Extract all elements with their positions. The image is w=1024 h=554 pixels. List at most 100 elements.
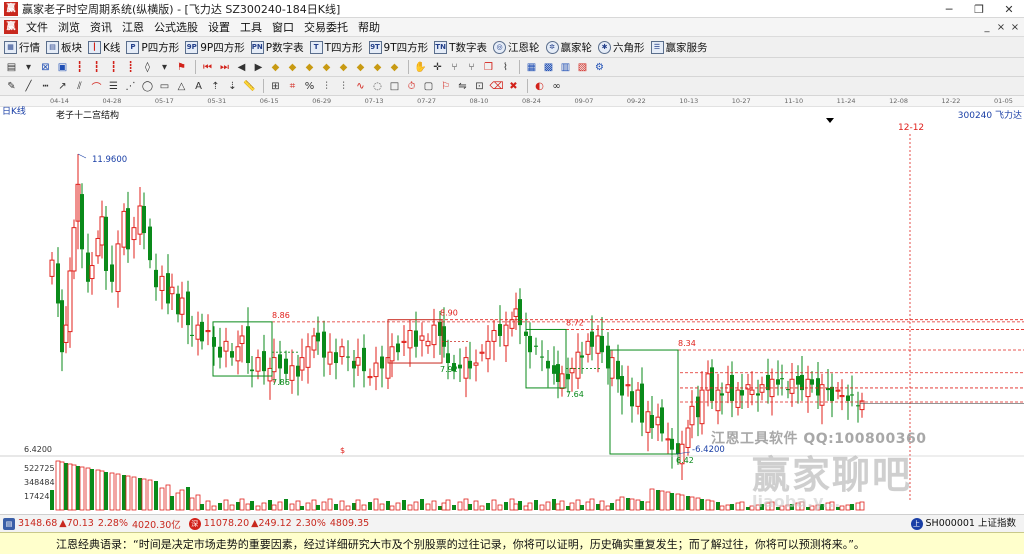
arrow-down-icon[interactable]: ⇣ bbox=[225, 79, 240, 94]
diamond4-icon[interactable]: ◆ bbox=[319, 60, 334, 75]
bars4-icon[interactable]: ┋ bbox=[123, 60, 138, 75]
toolbar-9p-square-button[interactable]: 9P 9P四方形 bbox=[185, 40, 245, 55]
chart-area[interactable]: 04-14 04-28 05-17 05-31 06-15 06-29 07-13 07-27… bbox=[0, 96, 1024, 514]
tools-icon[interactable]: ⚙ bbox=[592, 60, 607, 75]
fib-icon[interactable]: ☰ bbox=[106, 79, 121, 94]
arc-icon[interactable]: ⌒ bbox=[89, 79, 104, 94]
menu-formula[interactable]: 公式选股 bbox=[149, 18, 203, 37]
diamond5-icon[interactable]: ◆ bbox=[336, 60, 351, 75]
arrow-up-icon[interactable]: ⇡ bbox=[208, 79, 223, 94]
menu-info[interactable]: 资讯 bbox=[85, 18, 117, 37]
wave-icon[interactable]: ∿ bbox=[353, 79, 368, 94]
pct-tool-icon[interactable]: ⌗ bbox=[285, 79, 300, 94]
close-button[interactable]: ✕ bbox=[994, 0, 1024, 18]
mirror-icon[interactable]: ⇋ bbox=[455, 79, 470, 94]
toolbar-kline-button[interactable]: ┃ K线 bbox=[88, 40, 120, 55]
crosshair-icon[interactable]: ✛ bbox=[430, 60, 445, 75]
dropdown-arrow-icon[interactable]: ▾ bbox=[21, 60, 36, 75]
sz-index-icon[interactable]: 深 bbox=[188, 517, 201, 530]
report-icon[interactable]: ▥ bbox=[558, 60, 573, 75]
menu-gann[interactable]: 江恩 bbox=[117, 18, 149, 37]
diamond7-icon[interactable]: ◆ bbox=[370, 60, 385, 75]
triangle-icon[interactable]: △ bbox=[174, 79, 189, 94]
text-icon[interactable]: A bbox=[191, 79, 206, 94]
toolbar-hexagon-button[interactable]: ✱ 六角形 bbox=[598, 40, 645, 55]
pencil-icon[interactable]: ✎ bbox=[4, 79, 19, 94]
candle-up bbox=[169, 286, 175, 295]
delete-icon[interactable]: ✖ bbox=[506, 79, 521, 94]
channel-icon[interactable]: ⫽ bbox=[72, 79, 87, 94]
menu-browse[interactable]: 浏览 bbox=[53, 18, 85, 37]
square-tool-icon[interactable]: □ bbox=[387, 79, 402, 94]
toolbar-pn-table-button[interactable]: PN P数字表 bbox=[250, 40, 304, 55]
menu-tools[interactable]: 工具 bbox=[235, 18, 267, 37]
ray-icon[interactable]: ↗ bbox=[55, 79, 70, 94]
menu-help[interactable]: 帮助 bbox=[353, 18, 385, 37]
menu-window[interactable]: 窗口 bbox=[267, 18, 299, 37]
last-icon[interactable]: ⏭ bbox=[217, 60, 232, 75]
cycle-icon[interactable]: ⫶ bbox=[319, 79, 334, 94]
line-icon[interactable]: ╱ bbox=[21, 79, 36, 94]
bars3-icon[interactable]: ┇ bbox=[106, 60, 121, 75]
menu-file[interactable]: 文件 bbox=[21, 18, 53, 37]
infinity-icon[interactable]: ∞ bbox=[549, 79, 564, 94]
toolbar-sectors-button[interactable]: ▤ 板块 bbox=[46, 40, 82, 55]
time-icon[interactable]: ⏱ bbox=[404, 79, 419, 94]
ruler-icon[interactable]: 📏 bbox=[242, 79, 257, 94]
calendar-icon[interactable]: ▦ bbox=[524, 60, 539, 75]
diamond8-icon[interactable]: ◆ bbox=[387, 60, 402, 75]
bars2-icon[interactable]: ┇ bbox=[89, 60, 104, 75]
erase-icon[interactable]: ⌫ bbox=[489, 79, 504, 94]
sh-index-icon[interactable]: 上 bbox=[910, 518, 923, 530]
toolbar-gann-wheel-button[interactable]: ◎ 江恩轮 bbox=[493, 40, 540, 55]
diamond6-icon[interactable]: ◆ bbox=[353, 60, 368, 75]
diamond3-icon[interactable]: ◆ bbox=[302, 60, 317, 75]
candle-switch-icon[interactable]: ◊ bbox=[140, 60, 155, 75]
toolbar-p-square-button[interactable]: P P四方形 bbox=[126, 40, 179, 55]
lock-icon[interactable]: ⊡ bbox=[472, 79, 487, 94]
next-icon[interactable]: ▶ bbox=[251, 60, 266, 75]
mark-icon[interactable]: ⚐ bbox=[438, 79, 453, 94]
gann-fan-icon[interactable]: ⋰ bbox=[123, 79, 138, 94]
first-icon[interactable]: ⏮ bbox=[200, 60, 215, 75]
toolbar-winner-wheel-button[interactable]: ✲ 赢家轮 bbox=[545, 40, 592, 55]
menu-trade[interactable]: 交易委托 bbox=[299, 18, 353, 37]
cube-icon[interactable]: ❒ bbox=[481, 60, 496, 75]
flag-icon[interactable]: ⚑ bbox=[174, 60, 189, 75]
toolbar-quotes-button[interactable]: ▦ 行情 bbox=[4, 40, 40, 55]
menu-settings[interactable]: 设置 bbox=[203, 18, 235, 37]
mdi-minimize-button[interactable]: _ bbox=[980, 22, 994, 33]
save-icon[interactable]: ▩ bbox=[541, 60, 556, 75]
tool-extra-icon[interactable]: ⌇ bbox=[498, 60, 513, 75]
export-icon[interactable]: ▧ bbox=[575, 60, 590, 75]
layout-icon[interactable]: ▤ bbox=[4, 60, 19, 75]
restore-button[interactable]: ❐ bbox=[964, 0, 994, 18]
toolbar-t-square-button[interactable]: T T四方形 bbox=[309, 40, 363, 55]
mdi-close-button[interactable]: × bbox=[1008, 22, 1022, 33]
spiral-icon[interactable]: ◌ bbox=[370, 79, 385, 94]
circle-icon[interactable]: ◯ bbox=[140, 79, 155, 94]
toolbar-9t-square-button[interactable]: 9T 9T四方形 bbox=[368, 40, 428, 55]
diamond-icon[interactable]: ◆ bbox=[268, 60, 283, 75]
mdi-restore-button[interactable]: × bbox=[994, 22, 1008, 33]
minimize-button[interactable]: ─ bbox=[934, 0, 964, 18]
fork-icon[interactable]: ⑂ bbox=[447, 60, 462, 75]
bars-icon[interactable]: ┇ bbox=[72, 60, 87, 75]
cycle2-icon[interactable]: ⫶ bbox=[336, 79, 351, 94]
box-icon[interactable]: ▢ bbox=[421, 79, 436, 94]
fork2-icon[interactable]: ⑂ bbox=[464, 60, 479, 75]
page-icon[interactable]: ▣ bbox=[55, 60, 70, 75]
diamond2-icon[interactable]: ◆ bbox=[285, 60, 300, 75]
hline-icon[interactable]: ┅ bbox=[38, 79, 53, 94]
color-icon[interactable]: ◐ bbox=[532, 79, 547, 94]
percent-icon[interactable]: % bbox=[302, 79, 317, 94]
network-icon[interactable]: ⊠ bbox=[38, 60, 53, 75]
grid-tool-icon[interactable]: ⊞ bbox=[268, 79, 283, 94]
dropdown2-arrow-icon[interactable]: ▾ bbox=[157, 60, 172, 75]
rect-icon[interactable]: ▭ bbox=[157, 79, 172, 94]
toolbar-service-button[interactable]: ☰ 赢家服务 bbox=[650, 40, 708, 55]
toolbar-tn-table-button[interactable]: TN T数字表 bbox=[434, 40, 487, 55]
index-list-icon[interactable]: ▤ bbox=[3, 517, 15, 530]
hand-icon[interactable]: ✋ bbox=[413, 60, 428, 75]
prev-icon[interactable]: ◀ bbox=[234, 60, 249, 75]
